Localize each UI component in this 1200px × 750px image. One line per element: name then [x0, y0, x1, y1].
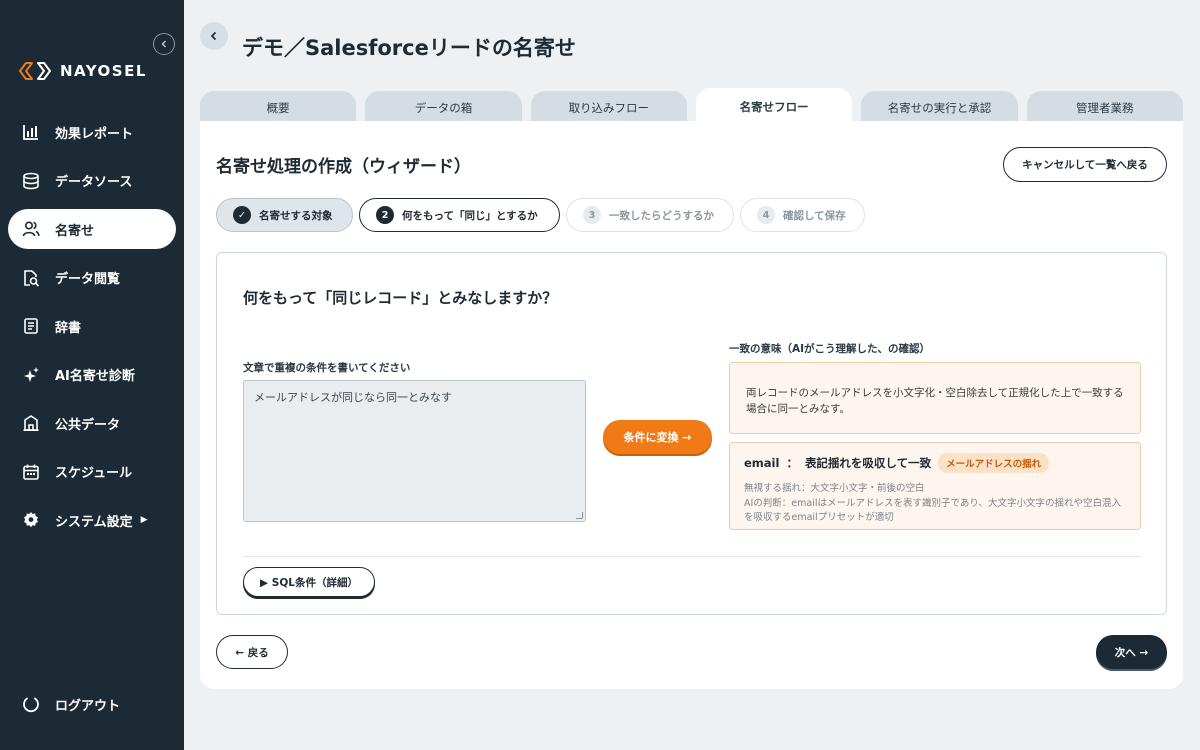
power-icon	[23, 697, 39, 713]
page-title: デモ／Salesforceリードの名寄せ	[242, 36, 576, 60]
sidebar-item-label: システム設定	[55, 514, 133, 530]
condition-field: email	[744, 456, 780, 470]
sidebar-item-data-browse[interactable]: データ閲覧	[8, 258, 176, 298]
sidebar-item-nayose[interactable]: 名寄せ	[8, 209, 176, 249]
bar-chart-icon	[21, 122, 41, 142]
resize-handle-icon[interactable]	[576, 512, 583, 519]
wizard-steps: ✓ 名寄せする対象 2 何をもって「同じ」とするか 3 一致したらどうするか 4…	[216, 198, 865, 232]
condition-text: メールアドレスが同じなら同一とみなす	[254, 391, 452, 404]
users-icon	[21, 219, 41, 239]
sidebar-item-report[interactable]: 効果レポート	[8, 112, 176, 152]
sidebar: NAYOSEL 効果レポート データソース 名寄せ データ閲覧 辞書 AI名寄せ…	[0, 0, 184, 750]
tab-overview[interactable]: 概要	[200, 91, 357, 125]
sidebar-item-ai-diagnosis[interactable]: AI名寄せ診断	[8, 355, 176, 395]
sidebar-item-schedule[interactable]: スケジュール	[8, 452, 176, 492]
sidebar-item-public-data[interactable]: 公共データ	[8, 403, 176, 443]
step-label: 確認して保存	[783, 209, 846, 222]
step-target[interactable]: ✓ 名寄せする対象	[216, 198, 353, 232]
building-icon	[21, 413, 41, 433]
condition-textarea[interactable]: メールアドレスが同じなら同一とみなす	[243, 380, 586, 522]
logo[interactable]: NAYOSEL	[18, 60, 147, 82]
gear-icon	[21, 510, 41, 530]
tab-bar: 概要 データの箱 取り込みフロー 名寄せフロー 名寄せの実行と承認 管理者業務	[200, 88, 1183, 125]
calendar-icon	[21, 462, 41, 482]
condition-header: email ： 表記揺れを吸収して一致 メールアドレスの揺れ	[744, 453, 1126, 473]
tab-data-box[interactable]: データの箱	[365, 91, 522, 125]
step-label: 一致したらどうするか	[609, 209, 714, 222]
step-number: 2	[376, 206, 394, 224]
condition-card: email ： 表記揺れを吸収して一致 メールアドレスの揺れ 無視する揺れ：大文…	[729, 442, 1141, 530]
meaning-text: 両レコードのメールアドレスを小文字化・空白除去して正規化した上で一致する場合に同…	[746, 387, 1124, 415]
chevron-left-icon	[161, 40, 166, 48]
back-nav-button[interactable]	[200, 22, 228, 50]
meaning-label: 一致の意味（AIがこう理解した、の確認）	[729, 343, 931, 355]
ignored-variations: 無視する揺れ：大文字小文字・前後の空白	[744, 483, 925, 494]
step-label: 名寄せする対象	[259, 209, 333, 222]
wizard-card: 名寄せ処理の作成（ウィザード） キャンセルして一覧へ戻る ✓ 名寄せする対象 2…	[200, 121, 1183, 689]
step-on-match[interactable]: 3 一致したらどうするか	[566, 198, 734, 232]
logo-text: NAYOSEL	[60, 62, 147, 80]
sidebar-item-label: 効果レポート	[55, 126, 134, 142]
sidebar-item-system-settings[interactable]: システム設定 ▶	[8, 500, 176, 540]
check-icon: ✓	[233, 206, 251, 224]
tab-nayose-flow[interactable]: 名寄せフロー	[695, 88, 853, 125]
back-button[interactable]: ← 戻る	[216, 635, 288, 669]
preset-badge: メールアドレスの揺れ	[938, 453, 1050, 473]
step-label: 何をもって「同じ」とするか	[402, 209, 538, 222]
sql-details-button[interactable]: ▶ SQL条件（詳細）	[243, 567, 375, 597]
expand-arrow-icon: ▶	[140, 515, 148, 525]
book-icon	[21, 316, 41, 336]
step-same-criteria[interactable]: 2 何をもって「同じ」とするか	[359, 198, 560, 232]
sidebar-nav: 効果レポート データソース 名寄せ データ閲覧 辞書 AI名寄せ診断 公共データ…	[8, 112, 176, 549]
sidebar-item-label: データ閲覧	[55, 272, 121, 287]
logout-label: ログアウト	[55, 698, 121, 714]
logout-button[interactable]: ログアウト	[21, 694, 120, 714]
collapse-sidebar-button[interactable]	[153, 33, 175, 55]
condition-separator: ：	[786, 456, 798, 470]
sidebar-item-dictionary[interactable]: 辞書	[8, 306, 176, 346]
logo-icon	[19, 62, 51, 80]
sidebar-item-label: 公共データ	[55, 417, 121, 433]
search-doc-icon	[21, 268, 41, 288]
tab-execute-approve[interactable]: 名寄せの実行と承認	[861, 91, 1018, 125]
tab-admin[interactable]: 管理者業務	[1026, 91, 1183, 125]
sidebar-item-label: データソース	[55, 175, 133, 190]
divider	[243, 556, 1141, 557]
chevron-left-icon	[210, 31, 217, 41]
criteria-question: 何をもって「同じレコード」とみなしますか？	[243, 289, 558, 307]
condition-input-label: 文章で重複の条件を書いてください	[243, 362, 411, 374]
sidebar-item-label: AI名寄せ診断	[55, 369, 135, 384]
condition-rule: 表記揺れを吸収して一致	[804, 456, 932, 470]
cancel-button[interactable]: キャンセルして一覧へ戻る	[1003, 147, 1167, 182]
wizard-title: 名寄せ処理の作成（ウィザード）	[216, 157, 471, 177]
step-confirm-save[interactable]: 4 確認して保存	[740, 198, 865, 232]
convert-to-condition-button[interactable]: 条件に変換 →	[603, 420, 712, 454]
sidebar-item-label: 名寄せ	[55, 223, 95, 239]
sidebar-item-datasource[interactable]: データソース	[8, 161, 176, 201]
tab-import-flow[interactable]: 取り込みフロー	[530, 91, 687, 125]
step-number: 3	[583, 206, 601, 224]
meaning-box: 両レコードのメールアドレスを小文字化・空白除去して正規化した上で一致する場合に同…	[729, 362, 1141, 434]
sidebar-item-label: 辞書	[55, 320, 82, 336]
sparkle-icon	[21, 365, 41, 385]
sidebar-item-label: スケジュール	[55, 466, 133, 481]
next-button[interactable]: 次へ →	[1096, 635, 1167, 669]
criteria-panel: 何をもって「同じレコード」とみなしますか？ 文章で重複の条件を書いてください メ…	[216, 252, 1167, 615]
database-icon	[21, 171, 41, 191]
ai-judgement: AIの判断：emailはメールアドレスを表す識別子であり、大文字小文字の揺れや空…	[744, 498, 1122, 523]
step-number: 4	[757, 206, 775, 224]
